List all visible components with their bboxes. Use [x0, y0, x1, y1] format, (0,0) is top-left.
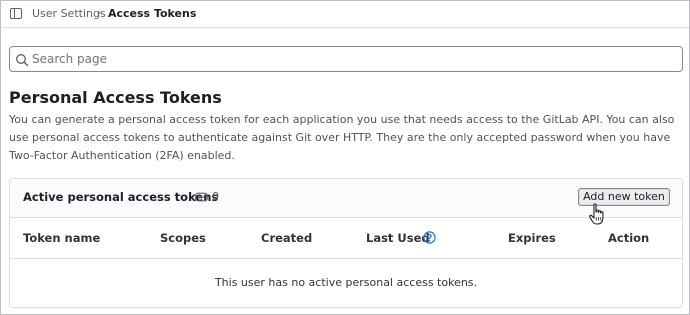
- column-header-created: Created: [261, 231, 313, 245]
- empty-state-message: This user has no active personal access …: [214, 276, 478, 289]
- card-title: Active personal access tokens: [23, 190, 219, 204]
- question-circle-icon[interactable]: [423, 231, 436, 244]
- breadcrumb-separator: ›: [97, 8, 101, 19]
- access-tokens-card: Active personal access tokens 0 Add new …: [9, 178, 683, 308]
- table-header-divider: [10, 258, 682, 259]
- search-placeholder: Search page: [32, 52, 108, 66]
- search-icon: [16, 54, 29, 67]
- column-header-action: Action: [608, 231, 650, 245]
- column-header-scopes: Scopes: [160, 231, 206, 245]
- sidebar-toggle-icon[interactable]: [10, 8, 22, 19]
- page-description: You can generate a personal access token…: [9, 113, 675, 162]
- top-bar: User Settings › Access Tokens: [1, 1, 689, 28]
- token-count: 0: [212, 190, 219, 203]
- card-header: Active personal access tokens 0 Add new …: [10, 179, 682, 225]
- search-input[interactable]: Search page: [9, 46, 683, 72]
- token-icon: [195, 192, 208, 202]
- column-header-expires: Expires: [508, 231, 556, 245]
- breadcrumb-access-tokens[interactable]: Access Tokens: [108, 7, 196, 21]
- column-header-token-name: Token name: [23, 231, 101, 245]
- column-header-last-used: Last Used: [366, 231, 430, 245]
- hand-pointer-cursor: [589, 203, 604, 225]
- breadcrumb-user-settings[interactable]: User Settings: [32, 7, 106, 21]
- page-title: Personal Access Tokens: [9, 88, 222, 107]
